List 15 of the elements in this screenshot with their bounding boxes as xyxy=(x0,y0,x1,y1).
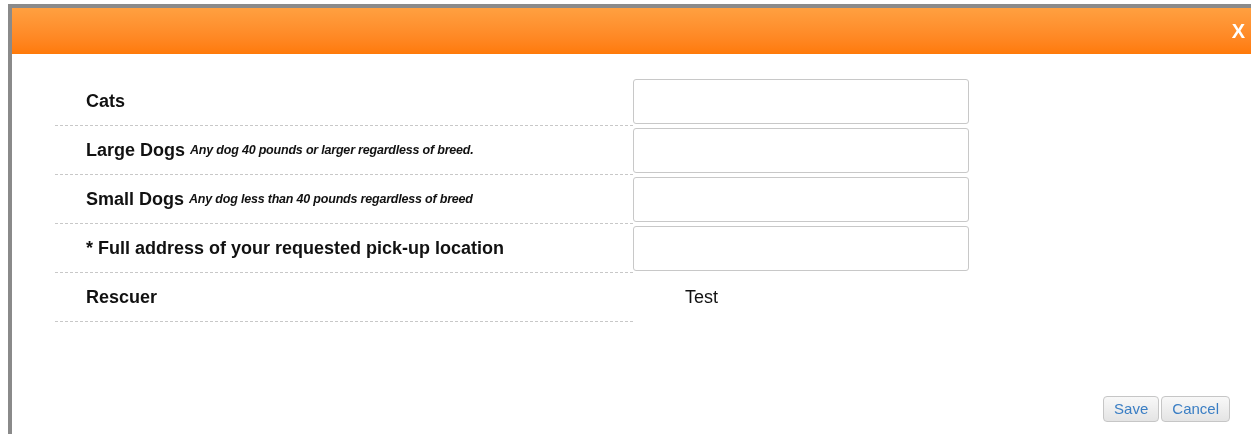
field-value: Test xyxy=(685,286,718,309)
input-field[interactable] xyxy=(633,177,969,222)
dialog-button[interactable]: Cancel xyxy=(1161,396,1230,422)
field-hint: Any dog 40 pounds or larger regardless of breed. xyxy=(190,141,474,159)
field-label: * Full address of your requested pick-up location xyxy=(86,236,505,260)
dialog-button[interactable]: Save xyxy=(1103,396,1160,422)
field-label: Large Dogs xyxy=(86,138,186,162)
field-label: Cats xyxy=(86,89,125,113)
field-label: Rescuer xyxy=(86,285,158,309)
field-label: Small Dogs xyxy=(86,187,185,211)
input-field[interactable] xyxy=(633,226,969,271)
field-hint: Any dog less than 40 pounds regardless of breed xyxy=(189,190,473,208)
input-field[interactable] xyxy=(633,128,969,173)
input-field[interactable] xyxy=(633,79,969,124)
close-button[interactable]: X xyxy=(1231,21,1245,41)
